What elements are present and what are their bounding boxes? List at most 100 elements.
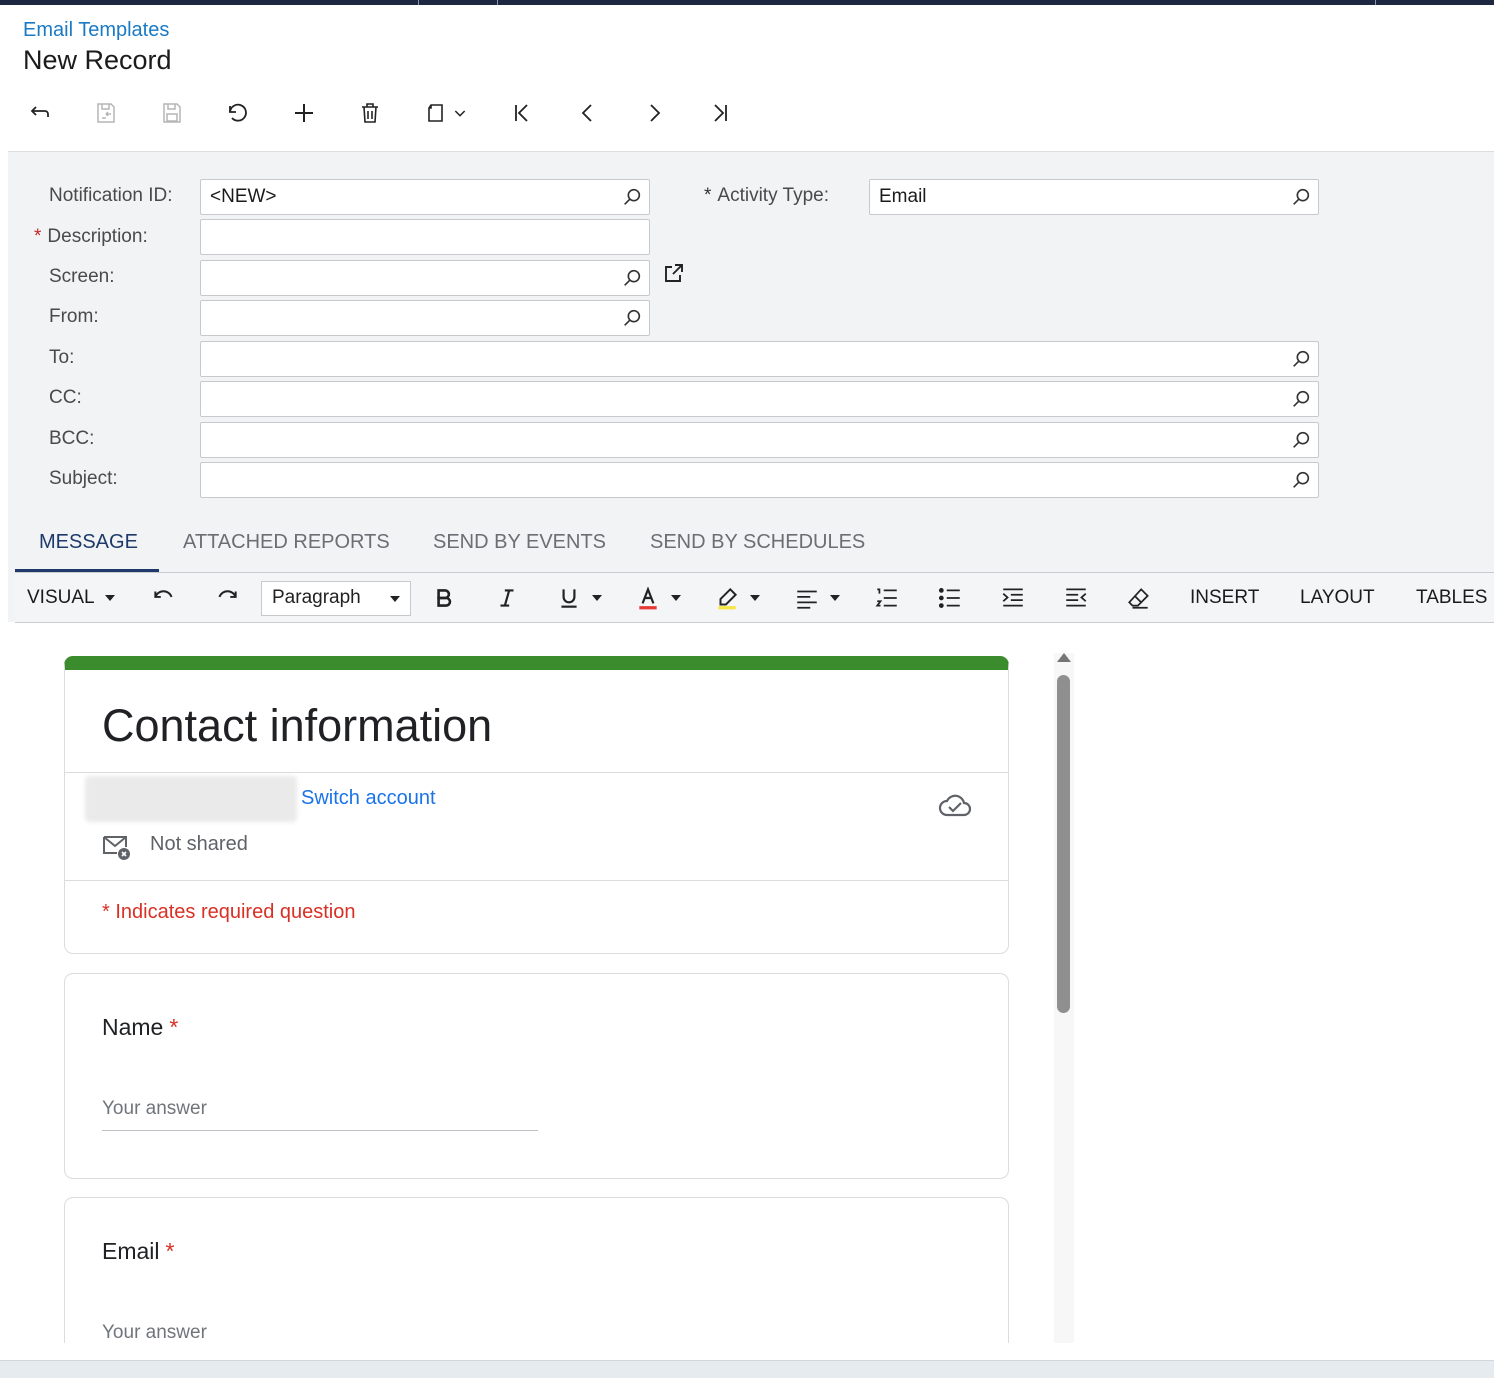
- required-marker: *: [34, 226, 42, 247]
- tables-menu[interactable]: TABLES: [1416, 573, 1487, 623]
- editor-toolbar: VISUAL Paragraph INSERT LAYOUT TABLES: [15, 572, 1494, 623]
- undo-button[interactable]: [151, 573, 177, 623]
- caret-down-icon: [592, 595, 602, 601]
- cloud-saved-icon: [938, 794, 972, 817]
- tab-message[interactable]: MESSAGE: [15, 520, 159, 572]
- outdent-button[interactable]: [1063, 573, 1089, 623]
- copy-paste-button[interactable]: [416, 94, 476, 132]
- from-field[interactable]: [200, 300, 650, 336]
- delete-button[interactable]: [350, 94, 390, 132]
- align-left-icon: [797, 590, 817, 609]
- first-record-button[interactable]: [502, 94, 542, 132]
- layout-menu[interactable]: LAYOUT: [1300, 573, 1375, 623]
- highlight-color-button[interactable]: [714, 573, 760, 623]
- name-answer-input[interactable]: Your answer: [102, 1098, 538, 1131]
- notification-id-field[interactable]: <NEW>: [200, 179, 650, 215]
- align-button[interactable]: [794, 573, 840, 623]
- question-card-name: Name * Your answer: [64, 973, 1009, 1179]
- to-field[interactable]: [200, 341, 1319, 377]
- subject-field[interactable]: [200, 462, 1319, 498]
- outdent-icon: [1066, 588, 1087, 607]
- first-icon: [515, 104, 528, 122]
- screen-field[interactable]: [200, 260, 650, 296]
- redo-icon: [218, 590, 237, 598]
- search-icon[interactable]: [621, 186, 643, 208]
- required-star: *: [165, 1238, 175, 1264]
- trash-icon: [362, 103, 378, 123]
- scroll-up-arrow-icon[interactable]: [1057, 653, 1071, 662]
- form-title: Contact information: [102, 700, 493, 751]
- bold-button[interactable]: [431, 573, 457, 623]
- required-star: *: [169, 1014, 179, 1040]
- search-icon[interactable]: [621, 307, 643, 329]
- message-editor-content[interactable]: Contact information Switch account Not s…: [8, 623, 1494, 1343]
- visual-mode-dropdown[interactable]: VISUAL: [27, 573, 115, 623]
- clear-format-button[interactable]: [1126, 573, 1152, 623]
- description-field[interactable]: [200, 219, 650, 255]
- tab-send-by-events[interactable]: SEND BY EVENTS: [433, 520, 606, 572]
- divider: [65, 772, 1008, 773]
- caret-down-icon: [671, 595, 681, 601]
- last-record-button[interactable]: [700, 94, 740, 132]
- question-title: Email *: [102, 1238, 175, 1264]
- save-button[interactable]: [152, 94, 192, 132]
- from-label: From:: [49, 306, 99, 327]
- question-card-email: Email * Your answer: [64, 1197, 1009, 1343]
- search-icon[interactable]: [1290, 429, 1312, 451]
- activity-type-field[interactable]: Email: [869, 179, 1319, 215]
- content-scrollbar[interactable]: [1054, 653, 1074, 1343]
- numbered-list-button[interactable]: [874, 573, 900, 623]
- top-nav-separator: [497, 0, 498, 5]
- search-icon[interactable]: [1290, 388, 1312, 410]
- to-label: To:: [49, 347, 75, 368]
- caret-down-icon: [390, 596, 400, 602]
- back-icon: [30, 106, 49, 117]
- redo-button[interactable]: [214, 573, 240, 623]
- taskbar-strip: [0, 1360, 1494, 1378]
- underline-button[interactable]: [556, 573, 602, 623]
- search-icon[interactable]: [1290, 186, 1312, 208]
- chevron-down-icon: [454, 110, 466, 117]
- previous-record-button[interactable]: [568, 94, 608, 132]
- insert-menu[interactable]: INSERT: [1190, 573, 1259, 623]
- caret-down-icon: [750, 595, 760, 601]
- indent-button[interactable]: [1000, 573, 1026, 623]
- top-nav-separator: [1375, 0, 1376, 5]
- add-button[interactable]: [284, 94, 324, 132]
- bullet-list-button[interactable]: [937, 573, 963, 623]
- scrollbar-thumb[interactable]: [1057, 675, 1070, 1013]
- bcc-field[interactable]: [200, 422, 1319, 458]
- search-icon[interactable]: [1290, 348, 1312, 370]
- switch-account-link[interactable]: Switch account: [301, 787, 436, 810]
- external-link-icon[interactable]: [662, 261, 686, 285]
- breadcrumb[interactable]: Email Templates: [23, 19, 169, 42]
- back-button[interactable]: [20, 94, 60, 132]
- caret-down-icon: [104, 595, 115, 601]
- cc-field[interactable]: [200, 381, 1319, 417]
- search-icon[interactable]: [621, 267, 643, 289]
- screen-label: Screen:: [49, 266, 115, 287]
- subject-label: Subject:: [49, 468, 118, 489]
- search-icon[interactable]: [1290, 469, 1312, 491]
- cancel-button[interactable]: [218, 94, 258, 132]
- tab-send-by-schedules[interactable]: SEND BY SCHEDULES: [650, 520, 865, 572]
- mail-not-shared-icon: [103, 836, 130, 860]
- block-format-select[interactable]: Paragraph: [261, 581, 411, 616]
- indent-icon: [1002, 588, 1023, 607]
- notification-id-label: Notification ID:: [49, 185, 173, 206]
- divider: [65, 880, 1008, 881]
- caret-down-icon: [830, 595, 840, 601]
- email-answer-input[interactable]: Your answer: [102, 1322, 538, 1343]
- text-color-button[interactable]: [635, 573, 681, 623]
- top-nav-separator: [418, 0, 419, 5]
- italic-button[interactable]: [494, 573, 520, 623]
- activity-type-label: * Activity Type:: [704, 185, 829, 206]
- bcc-label: BCC:: [49, 428, 95, 449]
- save-close-button[interactable]: [86, 94, 126, 132]
- tab-attached-reports[interactable]: ATTACHED REPORTS: [183, 520, 390, 572]
- next-record-button[interactable]: [634, 94, 674, 132]
- clipboard-icon: [428, 104, 443, 122]
- save-icon: [163, 103, 181, 123]
- question-title: Name *: [102, 1014, 179, 1040]
- notification-id-value: <NEW>: [210, 186, 277, 207]
